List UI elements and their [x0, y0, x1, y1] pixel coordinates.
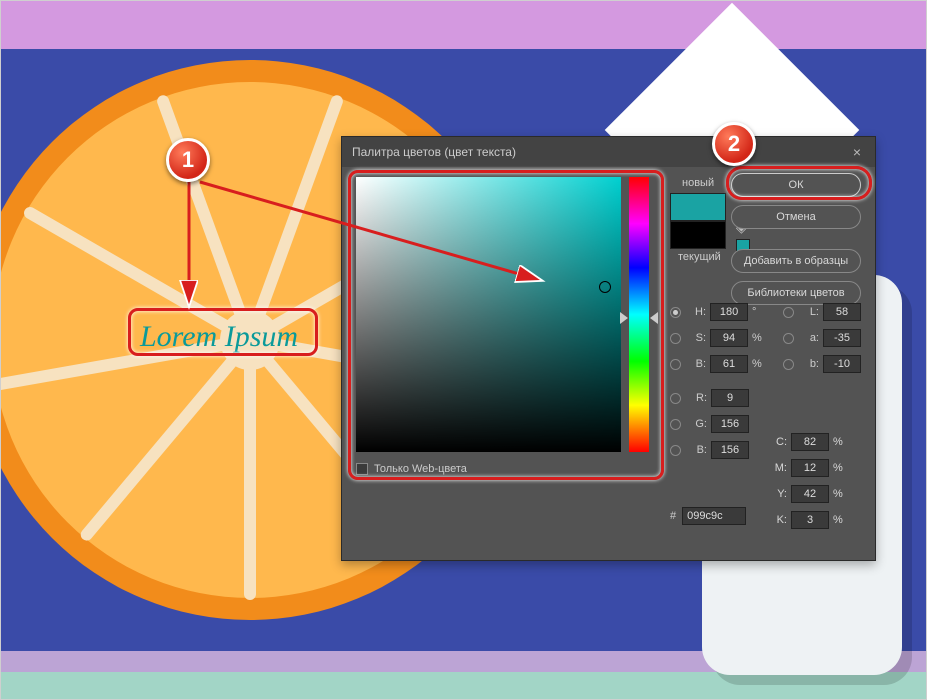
- m-input[interactable]: [791, 459, 829, 477]
- b-hsb-input[interactable]: [710, 355, 748, 373]
- h-unit: °: [752, 306, 766, 318]
- s-input[interactable]: [710, 329, 748, 347]
- b-rgb-input[interactable]: [711, 441, 749, 459]
- close-icon[interactable]: ×: [849, 144, 865, 160]
- cancel-button[interactable]: Отмена: [731, 205, 861, 229]
- ok-button[interactable]: ОК: [731, 173, 861, 197]
- hash-icon: #: [670, 510, 676, 522]
- b-unit: %: [752, 358, 766, 370]
- sample-text-layer[interactable]: Lorem Ipsum: [140, 320, 298, 354]
- swatch-new[interactable]: [670, 193, 726, 221]
- radio-r[interactable]: [670, 393, 681, 404]
- b-lab-input[interactable]: [823, 355, 861, 373]
- g-input[interactable]: [711, 415, 749, 433]
- k-input[interactable]: [791, 511, 829, 529]
- r-input[interactable]: [711, 389, 749, 407]
- radio-h[interactable]: [670, 307, 681, 318]
- hex-input[interactable]: [682, 507, 746, 525]
- radio-l[interactable]: [783, 307, 794, 318]
- y-input[interactable]: [791, 485, 829, 503]
- radio-a[interactable]: [783, 333, 794, 344]
- color-swatches: новый текущий: [670, 177, 726, 267]
- hue-indicator-right-icon: [650, 312, 658, 324]
- add-to-swatches-button[interactable]: Добавить в образцы: [731, 249, 861, 273]
- h-input[interactable]: [710, 303, 748, 321]
- web-colors-only-label: Только Web-цвета: [374, 463, 467, 475]
- a-input[interactable]: [823, 329, 861, 347]
- color-field[interactable]: [356, 177, 621, 452]
- swatch-new-label: новый: [682, 177, 726, 189]
- radio-b-hsb[interactable]: [670, 359, 681, 370]
- l-input[interactable]: [823, 303, 861, 321]
- radio-g[interactable]: [670, 419, 681, 430]
- radio-b-rgb[interactable]: [670, 445, 681, 456]
- swatch-current[interactable]: [670, 221, 726, 249]
- hue-slider[interactable]: [629, 177, 649, 452]
- dialog-titlebar[interactable]: Палитра цветов (цвет текста) ×: [342, 137, 875, 167]
- radio-s[interactable]: [670, 333, 681, 344]
- web-colors-only-checkbox[interactable]: Только Web-цвета: [356, 463, 467, 475]
- color-picker-ring: [599, 281, 611, 293]
- hue-indicator-left-icon: [620, 312, 628, 324]
- web-colors-only-input[interactable]: [356, 463, 368, 475]
- dialog-title: Палитра цветов (цвет текста): [352, 145, 516, 159]
- radio-b-lab[interactable]: [783, 359, 794, 370]
- color-picker-dialog: Палитра цветов (цвет текста) × Только We…: [341, 136, 876, 561]
- hex-field: #: [670, 507, 746, 525]
- s-unit: %: [752, 332, 766, 344]
- swatch-current-label: текущий: [678, 251, 726, 263]
- c-input[interactable]: [791, 433, 829, 451]
- cmyk-fields: C:% M:% Y:% K:%: [771, 429, 861, 533]
